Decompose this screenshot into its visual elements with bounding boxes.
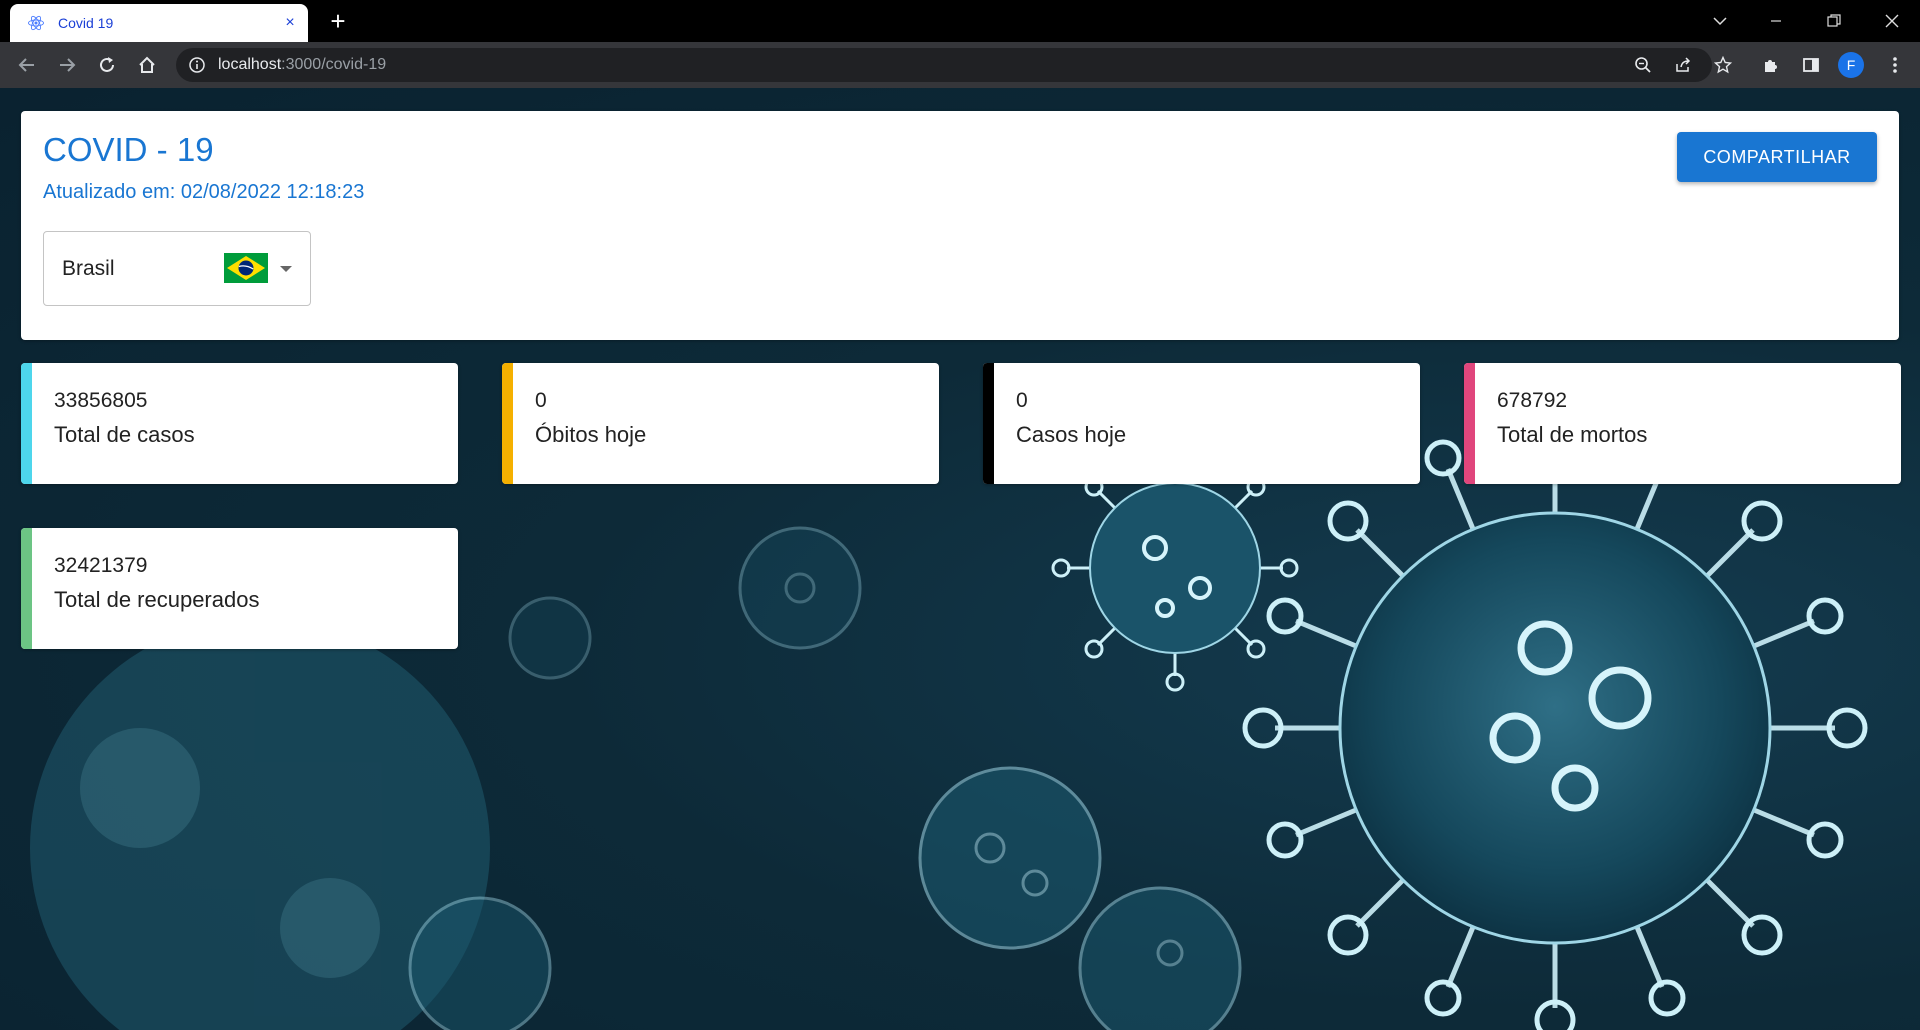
stat-value: 33856805: [54, 389, 148, 412]
stat-label: Total de casos: [54, 422, 195, 447]
chevron-down-icon: [280, 266, 292, 272]
menu-dots-icon[interactable]: [1880, 50, 1910, 80]
address-bar[interactable]: localhost:3000/covid-19: [176, 48, 1732, 82]
stat-value: 678792: [1497, 389, 1568, 412]
extensions-icon[interactable]: [1756, 50, 1786, 80]
stat-color-bar: [502, 363, 513, 484]
share-page-icon[interactable]: [1672, 54, 1694, 76]
stat-color-bar: [983, 363, 994, 484]
stat-label: Óbitos hoje: [535, 422, 647, 447]
tab-title: Covid 19: [58, 15, 114, 31]
last-updated-text: Atualizado em: 02/08/2022 12:18:23: [43, 181, 365, 203]
site-info-icon[interactable]: [188, 56, 206, 79]
close-window-icon[interactable]: [1874, 0, 1910, 42]
stat-card-total-recovered: 32421379 Total de recuperados: [21, 528, 458, 649]
page-content: COVID - 19 Atualizado em: 02/08/2022 12:…: [0, 88, 1920, 1030]
stat-value: 0: [1016, 389, 1028, 412]
share-button[interactable]: COMPARTILHAR: [1677, 132, 1877, 182]
back-icon[interactable]: [12, 50, 42, 80]
stat-value: 32421379: [54, 554, 148, 577]
forward-icon[interactable]: [52, 50, 82, 80]
stat-card-total-cases: 33856805 Total de casos: [21, 363, 458, 484]
side-panel-icon[interactable]: [1796, 50, 1826, 80]
stat-card-total-deaths: 678792 Total de mortos: [1464, 363, 1901, 484]
stat-color-bar: [21, 528, 32, 649]
browser-tab[interactable]: Covid 19 ×: [10, 4, 308, 42]
url-text[interactable]: localhost:3000/covid-19: [218, 48, 386, 82]
reload-icon[interactable]: [92, 50, 122, 80]
brazil-flag-icon: [224, 253, 268, 288]
tab-close-icon[interactable]: ×: [276, 14, 304, 32]
page-title: COVID - 19: [43, 131, 214, 168]
url-host: localhost: [218, 56, 282, 73]
stat-card-cases-today: 0 Casos hoje: [983, 363, 1420, 484]
stat-label: Total de recuperados: [54, 587, 260, 612]
profile-avatar[interactable]: F: [1838, 52, 1864, 78]
tab-search-icon[interactable]: [1702, 0, 1738, 42]
stat-color-bar: [1464, 363, 1475, 484]
header-card: COVID - 19 Atualizado em: 02/08/2022 12:…: [21, 111, 1899, 340]
react-icon: [26, 13, 46, 33]
stat-label: Total de mortos: [1497, 422, 1648, 447]
home-icon[interactable]: [132, 50, 162, 80]
stat-label: Casos hoje: [1016, 422, 1127, 447]
minimize-icon[interactable]: [1758, 0, 1794, 42]
bookmark-star-icon[interactable]: [1712, 54, 1734, 76]
stat-card-deaths-today: 0 Óbitos hoje: [502, 363, 939, 484]
new-tab-button[interactable]: +: [324, 8, 352, 36]
stat-value: 0: [535, 389, 547, 412]
selected-country: Brasil: [62, 257, 115, 280]
browser-titlebar: Covid 19 × +: [0, 0, 1920, 42]
url-path: :3000/covid-19: [281, 56, 387, 73]
country-select[interactable]: Brasil: [43, 231, 311, 306]
zoom-icon[interactable]: [1632, 54, 1654, 76]
stat-color-bar: [21, 363, 32, 484]
restore-icon[interactable]: [1816, 0, 1852, 42]
browser-toolbar: localhost:3000/covid-19 F: [0, 42, 1920, 88]
